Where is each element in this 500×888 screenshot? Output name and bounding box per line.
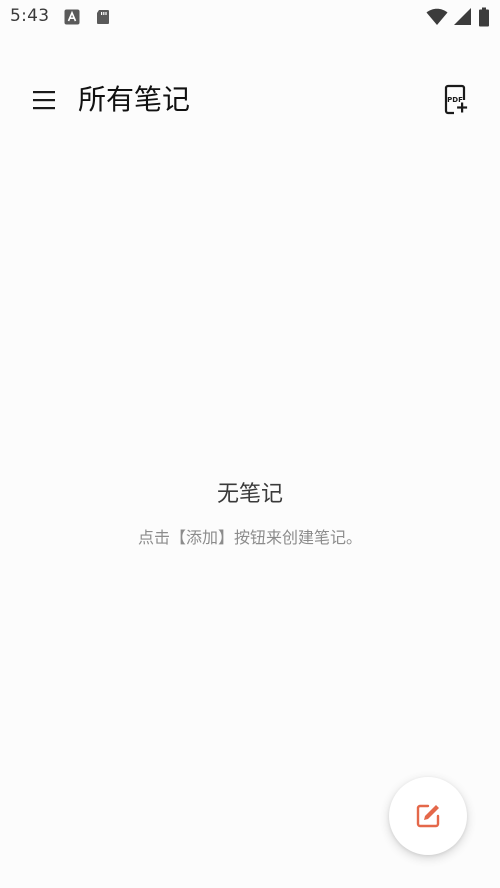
battery-icon (478, 7, 490, 27)
status-bar: 5:43 (0, 0, 500, 36)
new-note-button[interactable] (389, 777, 467, 855)
menu-button[interactable] (22, 80, 66, 120)
pdf-add-icon: PDF (434, 84, 478, 124)
svg-text:PDF: PDF (447, 96, 463, 104)
status-indicators (426, 7, 490, 27)
pdf-import-button[interactable]: PDF (434, 80, 478, 120)
status-time: 5:43 (10, 6, 50, 26)
signal-icon (453, 7, 478, 26)
menu-icon (22, 91, 66, 124)
empty-state: 无笔记 点击【添加】按钮来创建笔记。 (0, 478, 500, 550)
font-notification-icon (64, 9, 80, 25)
page-title: 所有笔记 (78, 83, 191, 116)
wifi-icon (426, 7, 453, 26)
app-bar: 所有笔记 PDF (0, 70, 500, 130)
empty-state-title: 无笔记 (216, 482, 283, 507)
sd-card-icon (95, 9, 111, 25)
empty-state-hint: 点击【添加】按钮来创建笔记。 (137, 528, 362, 547)
